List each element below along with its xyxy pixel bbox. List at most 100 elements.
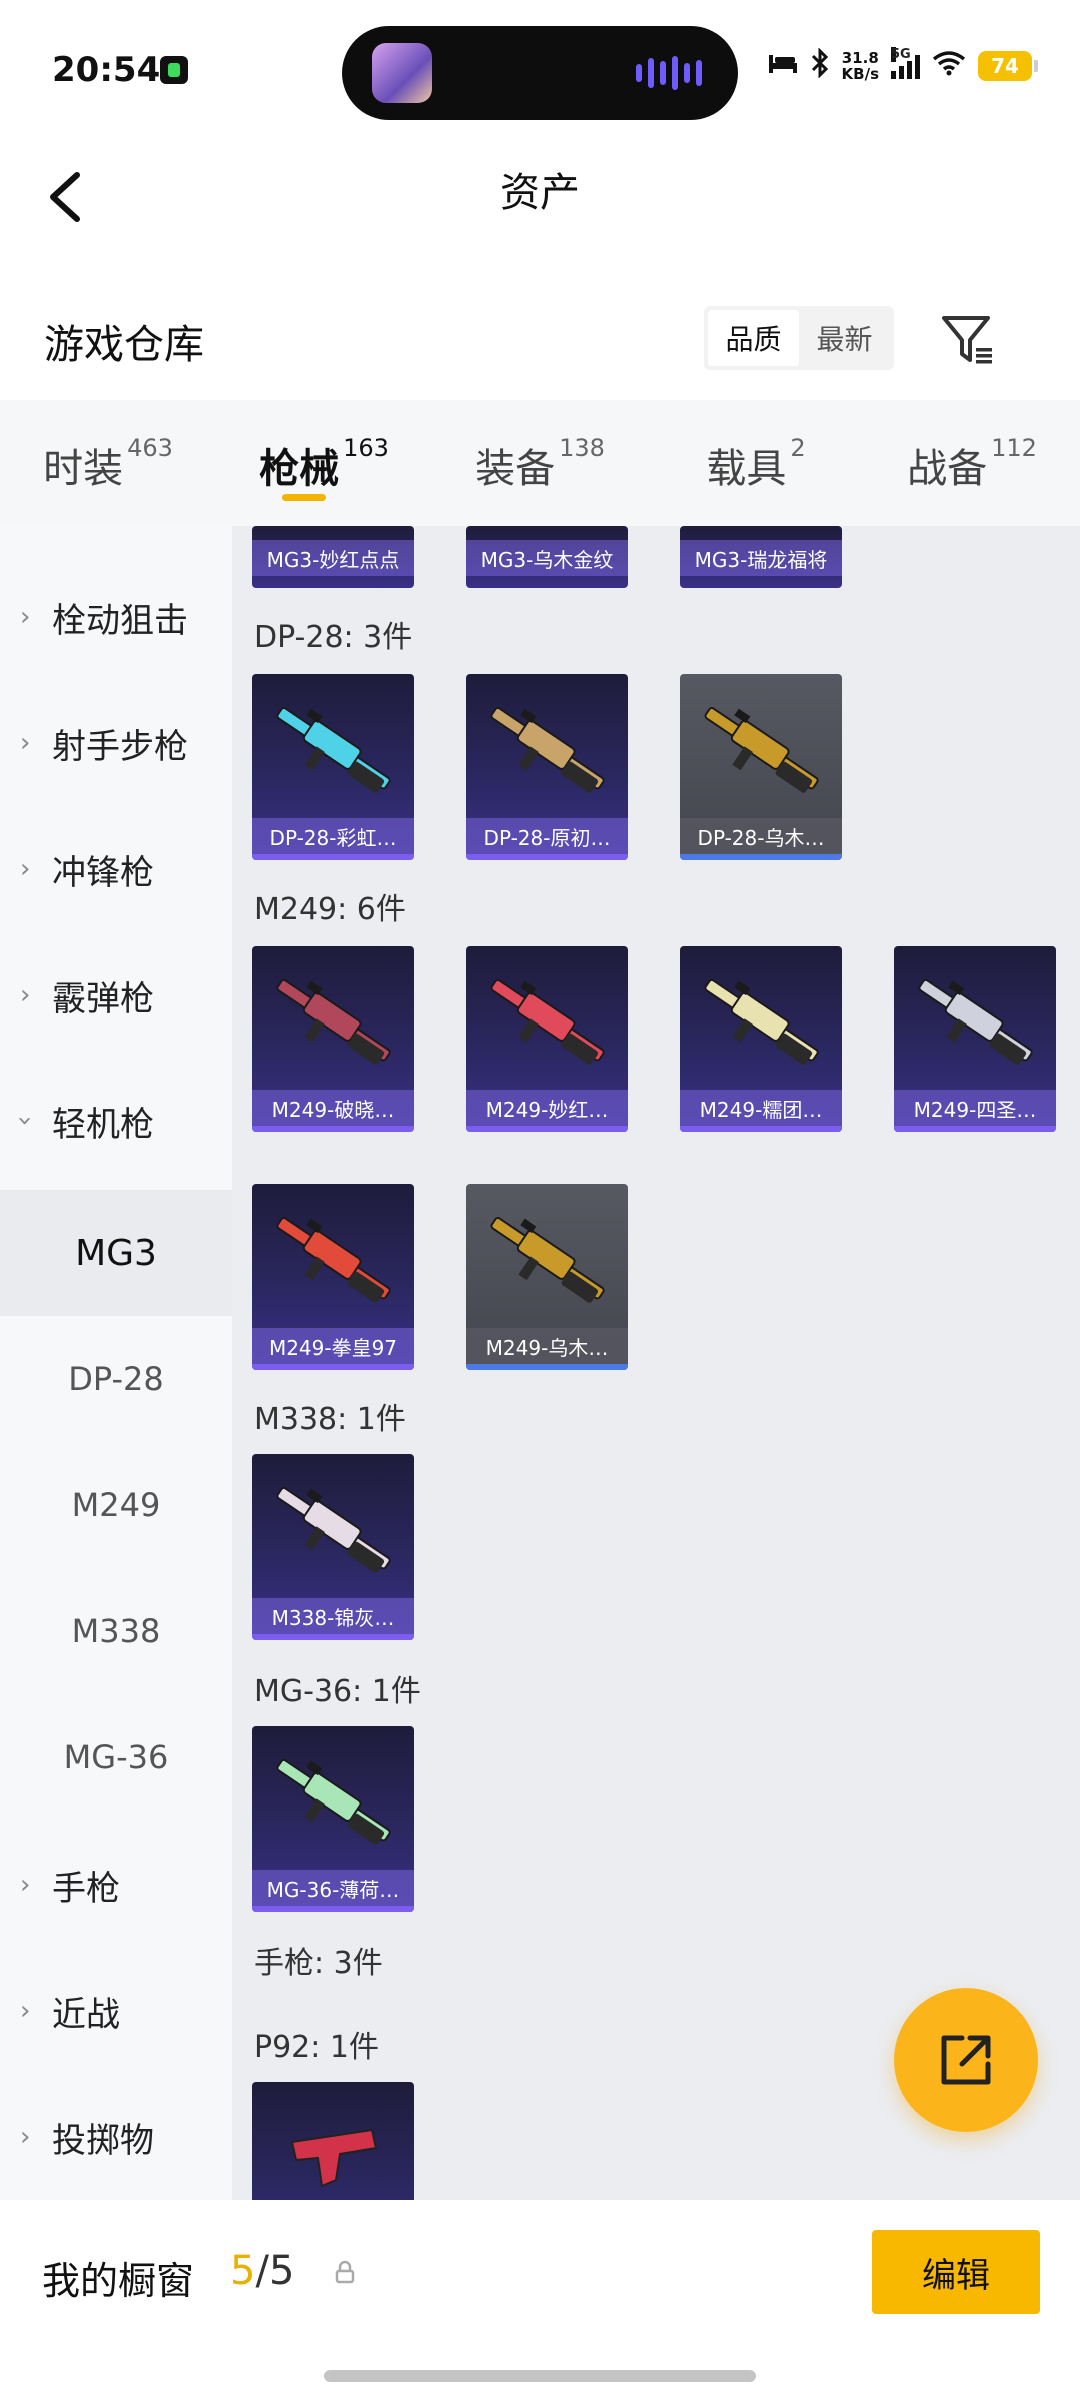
sidebar-item-mg3[interactable]: MG3: [0, 1190, 232, 1316]
sidebar-item-label: 栓动狙击: [52, 600, 188, 641]
sidebar-item-mg36[interactable]: MG-36: [0, 1694, 232, 1820]
edit-button[interactable]: 编辑: [872, 2230, 1040, 2314]
sidebar-item-m249[interactable]: M249: [0, 1442, 232, 1568]
rarity-bar: [466, 854, 628, 860]
filter-icon: [942, 316, 992, 364]
sidebar-item-label: 霰弹枪: [52, 978, 154, 1019]
tab-equipment[interactable]: 装备 138: [432, 400, 648, 526]
warehouse-header: 游戏仓库 品质 最新: [0, 280, 1080, 400]
sidebar-item-m338[interactable]: M338: [0, 1568, 232, 1694]
sort-latest-button[interactable]: 最新: [799, 310, 890, 366]
page-title: 资产: [500, 170, 580, 216]
chevron-down-icon: ›: [10, 1115, 41, 1127]
filter-button[interactable]: [938, 310, 998, 370]
weapon-name: MG3-乌木金纹: [466, 540, 628, 576]
sidebar-item-shotgun[interactable]: › 霰弹枪: [0, 932, 232, 1058]
tab-active-indicator: [282, 494, 326, 501]
tab-label: 载具: [706, 446, 787, 492]
tab-count: 138: [559, 434, 605, 462]
share-fab-button[interactable]: [894, 1988, 1038, 2132]
weapon-card[interactable]: MG3-乌木金纹: [466, 526, 628, 588]
app-notification-icon: [160, 56, 188, 84]
rifle-icon: [490, 1217, 605, 1303]
rifle-icon: [276, 1487, 391, 1573]
weapon-card[interactable]: MG3-瑞龙福将: [680, 526, 842, 588]
pistol-icon: [290, 2128, 378, 2188]
weapon-card[interactable]: DP-28-乌木…: [680, 674, 842, 860]
sidebar-item-label: MG3: [75, 1232, 157, 1274]
sidebar-item-dp28[interactable]: DP-28: [0, 1316, 232, 1442]
sort-quality-button[interactable]: 品质: [708, 310, 799, 366]
warehouse-title: 游戏仓库: [44, 322, 204, 368]
status-time: 20:54: [52, 50, 161, 90]
showcase-total: 5: [268, 2248, 295, 2294]
sidebar-item-label: 轻机枪: [52, 1104, 154, 1145]
sidebar-item-bolt-sniper[interactable]: › 栓动狙击: [0, 554, 232, 680]
weapon-card[interactable]: DP-28-彩虹…: [252, 674, 414, 860]
net-speed: 31.8 KB/s: [842, 50, 879, 82]
rifle-icon: [918, 979, 1033, 1065]
weapon-card[interactable]: M249-拳皇97: [252, 1184, 414, 1370]
sidebar-item-throwable[interactable]: › 投掷物: [0, 2074, 232, 2200]
rarity-bar: [252, 1364, 414, 1370]
weapon-card[interactable]: M249-妙红…: [466, 946, 628, 1132]
weapon-card[interactable]: M249-四圣…: [894, 946, 1056, 1132]
chevron-right-icon: ›: [20, 980, 31, 1010]
sidebar-item-pistol[interactable]: › 手枪: [0, 1822, 232, 1948]
rifle-icon: [490, 707, 605, 793]
chevron-right-icon: ›: [20, 602, 31, 632]
tab-fashion[interactable]: 时装 463: [0, 400, 216, 526]
sidebar-item-label: 射手步枪: [52, 726, 188, 767]
nav-bar: 资产: [0, 140, 1080, 270]
rifle-icon: [704, 707, 819, 793]
bluetooth-icon: [810, 46, 830, 85]
tab-label: 枪械: [259, 446, 340, 492]
sidebar-item-marksman[interactable]: › 射手步枪: [0, 680, 232, 806]
sidebar-item-smg[interactable]: › 冲锋枪: [0, 806, 232, 932]
dynamic-island[interactable]: [342, 26, 738, 120]
weapon-card[interactable]: M249-破晓…: [252, 946, 414, 1132]
rifle-icon: [276, 979, 391, 1065]
rarity-bar: [894, 1126, 1056, 1132]
game-avatar-icon: [372, 43, 432, 103]
weapon-name: M338-锦灰…: [252, 1598, 414, 1634]
tab-vehicles[interactable]: 载具 2: [648, 400, 864, 526]
rarity-bar: [680, 854, 842, 860]
net-speed-value: 31.8: [841, 49, 879, 67]
showcase-current: 5: [230, 2248, 256, 2294]
weapon-name: M249-乌木…: [466, 1328, 628, 1364]
tab-supplies[interactable]: 战备 112: [864, 400, 1080, 526]
rifle-icon: [704, 979, 819, 1065]
tab-count: 112: [991, 434, 1037, 462]
chevron-right-icon: ›: [20, 1996, 31, 2026]
rarity-bar: [466, 1364, 628, 1370]
group-title: M249: 6件: [254, 892, 406, 927]
rifle-icon: [276, 1217, 391, 1303]
home-indicator[interactable]: [324, 2370, 756, 2382]
weapon-card[interactable]: MG-36-薄荷…: [252, 1726, 414, 1912]
bed-icon: [768, 51, 798, 82]
tab-count: 463: [127, 434, 173, 462]
tab-count: 163: [343, 434, 389, 462]
weapon-card[interactable]: DP-28-原初…: [466, 674, 628, 860]
tab-count: 2: [790, 434, 806, 462]
weapon-card-p92[interactable]: [252, 2082, 414, 2200]
weapon-card[interactable]: M249-糯团…: [680, 946, 842, 1132]
battery-icon: 74: [978, 51, 1038, 81]
tab-label: 时装: [43, 446, 124, 492]
showcase-bar: 我的橱窗 5/5 编辑: [0, 2200, 1080, 2400]
sidebar-item-melee[interactable]: › 近战: [0, 1948, 232, 2074]
rarity-bar: [252, 1906, 414, 1912]
weapon-card[interactable]: M249-乌木…: [466, 1184, 628, 1370]
weapon-name: M249-四圣…: [894, 1090, 1056, 1126]
tab-firearms[interactable]: 枪械 163: [216, 400, 432, 526]
chevron-right-icon: ›: [20, 854, 31, 884]
sidebar-item-lmg[interactable]: › 轻机枪: [0, 1058, 232, 1184]
sidebar-item-label: 投掷物: [52, 2120, 154, 2161]
weapon-card[interactable]: MG3-妙红点点: [252, 526, 414, 588]
sidebar-item-label: 冲锋枪: [52, 852, 154, 893]
external-link-icon: [941, 2035, 991, 2085]
group-title: 手枪: 3件: [254, 1946, 383, 1981]
weapon-card[interactable]: M338-锦灰…: [252, 1454, 414, 1640]
category-tabs: 时装 463 枪械 163 装备 138 载具 2 战备 112: [0, 400, 1080, 526]
